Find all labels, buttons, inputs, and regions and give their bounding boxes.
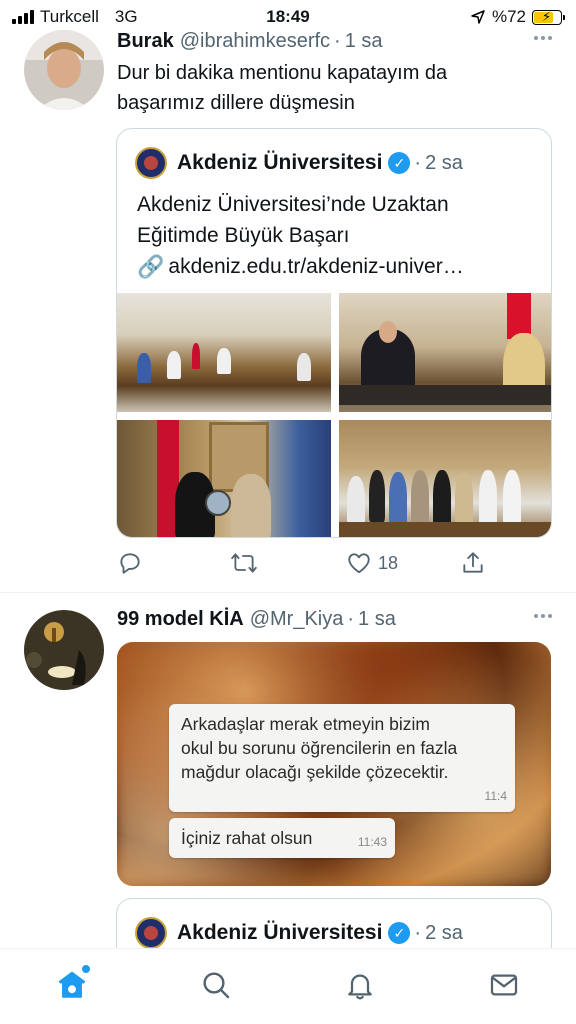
quoted-author-name: Akdeniz Üniversitesi — [177, 921, 383, 944]
author-name[interactable]: Burak — [117, 30, 174, 53]
messages-icon — [490, 974, 518, 996]
author-handle[interactable]: @Mr_Kiya — [250, 608, 344, 631]
tweet-timestamp[interactable]: 1 sa — [345, 30, 383, 53]
retweet-button[interactable] — [230, 550, 258, 576]
tweet-image[interactable]: Arkadaşlar merak etmeyin bizim okul bu s… — [117, 642, 551, 886]
chat-line: İçiniz rahat olsun — [181, 828, 313, 848]
photo-plaque-ceremony[interactable] — [117, 420, 331, 537]
chat-line: okul bu sorunu öğrencilerin en fazla — [181, 738, 458, 758]
chat-time: 11:43 — [357, 835, 387, 849]
quoted-text-line: Eğitimde Büyük Başarı — [137, 224, 350, 247]
chat-line: Arkadaşlar merak etmeyin bizim — [181, 714, 430, 734]
avatar[interactable] — [24, 610, 104, 690]
notifications-icon — [348, 974, 372, 1000]
more-icon[interactable] — [534, 614, 552, 618]
verified-icon: ✓ — [388, 922, 411, 944]
reply-button[interactable] — [117, 550, 143, 576]
university-logo — [135, 917, 167, 949]
quoted-tweet-header: Akdeniz Üniversitesi ✓ · 2 sa — [135, 147, 463, 179]
quoted-tweet[interactable]: Akdeniz Üniversitesi ✓ · 2 sa Akdeniz Ün… — [116, 128, 552, 538]
chat-bubble: İçiniz rahat olsun 11:43 — [169, 818, 395, 858]
network-label: 3G — [114, 7, 138, 26]
tweet-text-line: başarımız dillere düşmesin — [117, 92, 355, 114]
photo-grid — [117, 293, 551, 537]
separator-dot: · — [414, 921, 422, 944]
clock: 18:49 — [266, 7, 310, 26]
chat-time: 11:4 — [484, 789, 507, 803]
chat-bubble: Arkadaşlar merak etmeyin bizim okul bu s… — [169, 704, 515, 812]
tweet-header: 99 model KİA @Mr_Kiya · 1 sa — [117, 608, 552, 632]
quoted-text: Akdeniz Üniversitesi’nde Uzaktan Eğitimd… — [137, 189, 511, 282]
separator-dot: · — [347, 608, 355, 630]
nav-home[interactable] — [54, 965, 90, 1003]
tweet-divider — [0, 592, 576, 593]
carrier-label: Turkcell — [40, 7, 99, 26]
nav-notifications[interactable] — [342, 967, 378, 1003]
location-arrow-icon — [471, 10, 485, 24]
charging-bolt-icon: ⚡ — [542, 8, 552, 24]
quoted-timestamp: 2 sa — [425, 921, 463, 944]
university-logo — [135, 147, 167, 179]
share-icon — [463, 552, 483, 573]
tweet-header: Burak @ibrahimkeserfc · 1 sa — [117, 30, 552, 54]
photo-meeting-table[interactable] — [117, 293, 331, 412]
home-icon — [58, 971, 86, 998]
reply-icon — [120, 553, 140, 574]
link-icon: 🔗 — [137, 254, 165, 279]
quoted-link[interactable]: akdeniz.edu.tr/akdeniz-univer… — [168, 251, 463, 282]
more-icon[interactable] — [534, 36, 552, 40]
like-count: 18 — [378, 552, 399, 573]
quoted-timestamp: 2 sa — [425, 151, 463, 174]
photo-rector-desk[interactable] — [339, 293, 551, 412]
quoted-text-line: Akdeniz Üniversitesi’nde Uzaktan — [137, 193, 449, 216]
share-button[interactable] — [460, 550, 486, 576]
status-bar: Turkcell 3G 18:49 %72 ⚡ — [0, 0, 576, 34]
quoted-author-name: Akdeniz Üniversitesi — [177, 151, 383, 174]
new-content-dot — [82, 965, 90, 973]
avatar[interactable] — [24, 30, 104, 110]
quoted-tweet-header: Akdeniz Üniversitesi ✓ · 2 sa — [135, 917, 463, 949]
battery-icon: ⚡ — [532, 8, 565, 25]
battery-percent: %72 — [491, 7, 526, 26]
bottom-nav — [0, 948, 576, 1024]
tweet-text: Dur bi dakika mentionu kapatayım da başa… — [117, 58, 552, 118]
chat-line: mağdur olacağı şekilde çözecektir. — [181, 762, 449, 782]
verified-icon: ✓ — [388, 152, 411, 174]
author-name[interactable]: 99 model KİA — [117, 608, 244, 631]
signal-icon — [12, 10, 34, 24]
nav-search[interactable] — [198, 967, 234, 1003]
nav-messages[interactable] — [486, 967, 522, 1003]
photo-group[interactable] — [339, 420, 551, 537]
separator-dot: · — [414, 151, 422, 174]
search-icon — [203, 972, 230, 999]
separator-dot: · — [334, 30, 341, 52]
tweet-text-line: Dur bi dakika mentionu kapatayım da — [117, 62, 448, 84]
tweet[interactable]: 99 model KİA @Mr_Kiya · 1 sa Arkadaşlar … — [0, 608, 576, 1018]
tweet-timestamp[interactable]: 1 sa — [358, 608, 396, 631]
tweet[interactable]: Burak @ibrahimkeserfc · 1 sa Dur bi daki… — [0, 30, 576, 590]
like-icon — [348, 553, 370, 574]
like-button[interactable]: 18 — [346, 550, 398, 576]
author-handle[interactable]: @ibrahimkeserfc — [180, 30, 330, 53]
retweet-icon — [231, 553, 257, 573]
